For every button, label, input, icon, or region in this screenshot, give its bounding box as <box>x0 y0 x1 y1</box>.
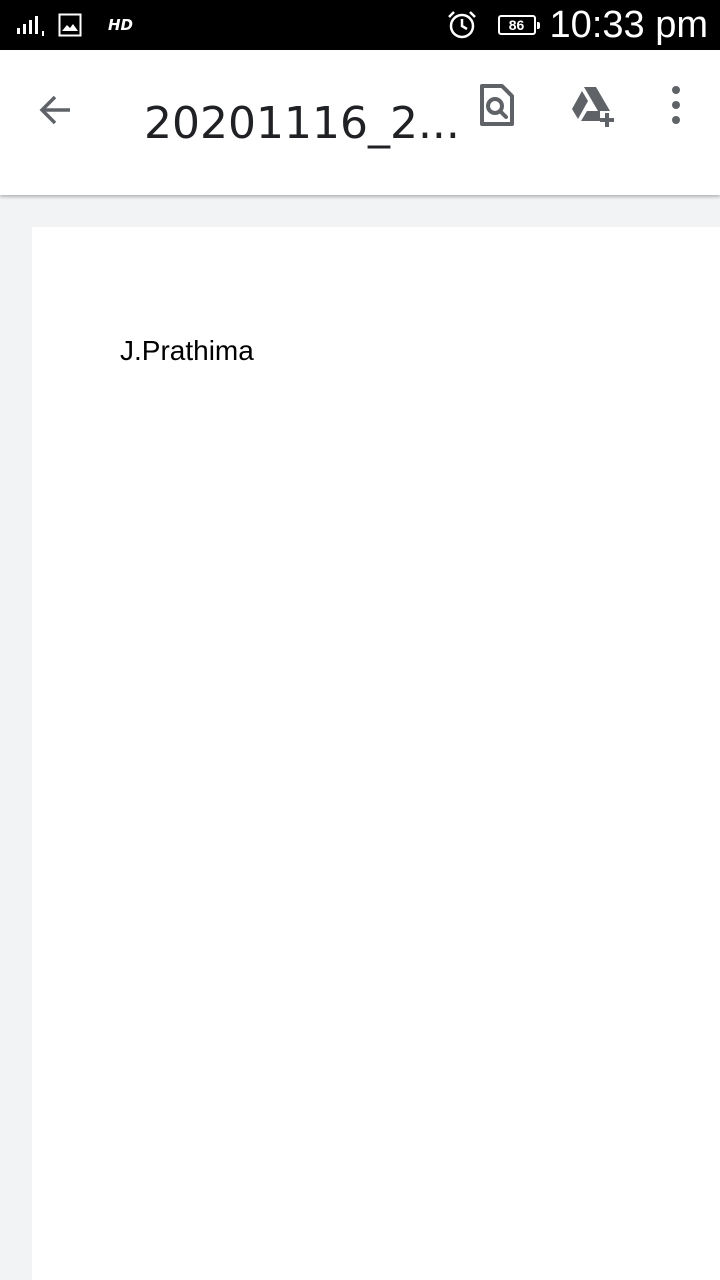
alarm-icon <box>447 11 476 39</box>
battery-level: 86 <box>508 17 525 33</box>
status-bar-right: 86 10:33 pm <box>446 0 708 50</box>
battery-icon: 86 <box>497 15 540 35</box>
app-toolbar: 20201116_2... <box>0 50 720 195</box>
more-vert-icon[interactable] <box>660 83 692 127</box>
drive-add-icon[interactable] <box>566 83 618 127</box>
status-bar: HD 86 10:33 pm <box>0 0 720 50</box>
document-text: J.Prathima <box>120 335 254 366</box>
document-page[interactable]: J.Prathima <box>32 227 720 1280</box>
gallery-icon <box>58 13 82 37</box>
document-title: 20201116_2... <box>144 98 460 149</box>
signal-icon <box>17 16 44 36</box>
status-time: 10:33 pm <box>549 3 708 46</box>
status-bar-left: HD <box>16 0 133 50</box>
back-arrow-icon[interactable] <box>34 88 78 132</box>
network-type-label: HD <box>108 16 134 34</box>
find-in-page-icon[interactable] <box>474 83 518 127</box>
